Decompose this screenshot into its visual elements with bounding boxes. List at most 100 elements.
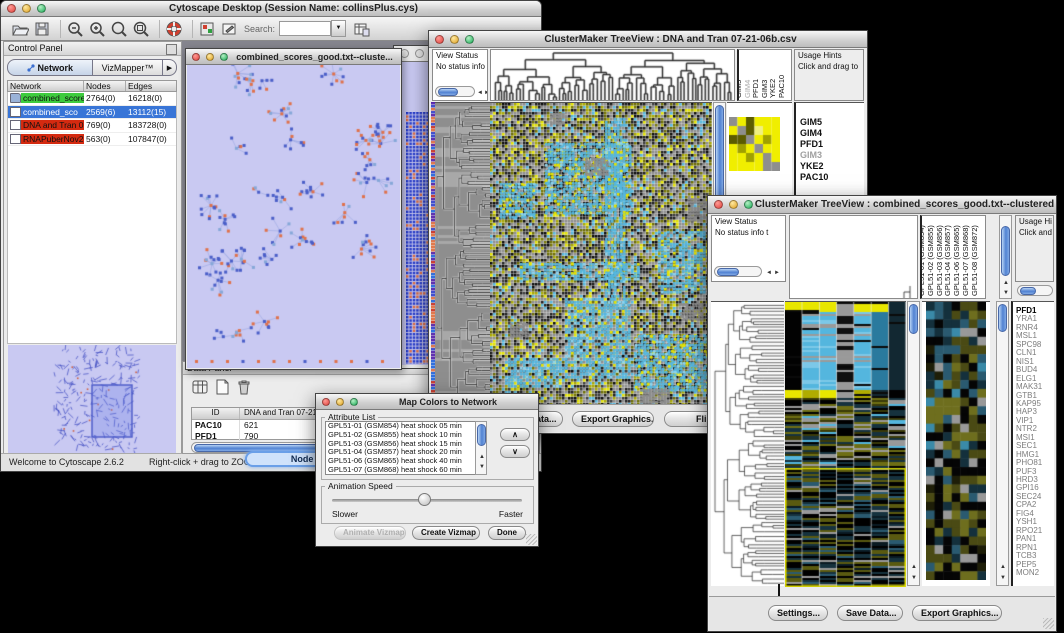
tv2-hints-scrollbar[interactable] (1017, 285, 1053, 296)
speed-slider-thumb[interactable] (418, 493, 431, 506)
tv2-collabel-vscrollbar[interactable]: ▲ ▼ (999, 215, 1012, 299)
network-table-row[interactable]: combined_scores2764(0)16218(0) (8, 92, 176, 106)
tv1-titlebar[interactable]: ClusterMaker TreeView : DNA and Tran 07-… (429, 31, 867, 48)
tv2-heatmap-vscrollbar[interactable]: ▲ ▼ (907, 301, 920, 586)
tv2-hints-scroll-thumb[interactable] (1020, 287, 1036, 295)
resize-grip[interactable] (526, 534, 537, 545)
zoom-fit-icon[interactable] (110, 20, 128, 38)
attribute-listbox[interactable]: GPL51-01 (GSM854) heat shock 05 minGPL51… (325, 421, 487, 475)
search-input[interactable] (279, 21, 331, 36)
delete-attribute-icon[interactable] (235, 378, 253, 396)
save-icon[interactable] (33, 20, 51, 38)
tv1-zoom-heatmap[interactable] (729, 117, 780, 171)
close-button[interactable] (714, 200, 723, 209)
animate-vizmap-button[interactable]: Animate Vizmap (334, 526, 406, 540)
minimize-button[interactable] (22, 4, 31, 13)
network-table-row[interactable]: DNA and Tran 07769(0)183728(0) (8, 119, 176, 133)
tv2-heatmap[interactable] (785, 301, 906, 587)
scroll-down-arrow[interactable]: ▼ (479, 464, 485, 470)
attribute-list-item[interactable]: GPL51-07 (GSM868) heat shock 60 min (326, 466, 486, 475)
tv2-export-graphics-button[interactable]: Export Graphics... (912, 605, 1002, 621)
tv2-heatmap-vscroll-thumb[interactable] (909, 304, 918, 334)
import-table-icon[interactable] (352, 20, 370, 38)
annotation-icon[interactable] (220, 20, 238, 38)
create-vizmap-button[interactable]: Create Vizmap (412, 526, 480, 540)
zoom-button[interactable] (350, 398, 358, 406)
tv2-column-labels-panel[interactable]: GPL51-01 (GSM854)GPL51-02 (GSM855)GPL51-… (920, 215, 986, 299)
tv1-heatmap[interactable] (490, 102, 712, 410)
zoom-in-icon[interactable] (88, 20, 106, 38)
plugin-grid-icon[interactable] (198, 20, 216, 38)
done-button[interactable]: Done (488, 526, 526, 540)
tv1-status-scroll-thumb[interactable] (438, 88, 458, 96)
tv2-status-scrollbar[interactable] (714, 266, 762, 277)
close-button[interactable] (192, 53, 200, 61)
search-dropdown-button[interactable]: ▼ (331, 20, 346, 37)
new-attribute-icon[interactable] (213, 378, 231, 396)
minimize-button[interactable] (450, 35, 459, 44)
scroll-right-arrow[interactable]: ► (484, 90, 488, 96)
tv2-settings-button[interactable]: Settings... (768, 605, 828, 621)
close-button[interactable] (435, 35, 444, 44)
main-titlebar[interactable]: Cytoscape Desktop (Session Name: collins… (1, 1, 541, 17)
tv2-zoom-vscroll-thumb[interactable] (998, 304, 1007, 332)
attribute-table-icon[interactable] (191, 378, 209, 396)
tv2-status-scroll-thumb[interactable] (717, 268, 739, 276)
tv2-zoom-vscrollbar[interactable]: ▲ ▼ (996, 301, 1009, 586)
tv2-column-dendrogram[interactable] (790, 216, 917, 298)
zoom-button[interactable] (465, 35, 474, 44)
zoom-out-icon[interactable] (66, 20, 84, 38)
tab-scroll-arrow[interactable]: ▶ (163, 59, 177, 76)
scroll-down-arrow[interactable]: ▼ (1000, 575, 1006, 581)
open-file-icon[interactable] (11, 20, 29, 38)
tv2-titlebar[interactable]: ClusterMaker TreeView : combined_scores_… (708, 196, 1056, 214)
network-table-row[interactable]: RNAPuberNov2+563(0)107847(0) (8, 133, 176, 147)
scroll-left-arrow[interactable]: ◄ (766, 270, 772, 276)
dialog-titlebar[interactable]: Map Colors to Network (316, 394, 538, 410)
scroll-down-arrow[interactable]: ▼ (1003, 290, 1009, 296)
float-panel-icon[interactable] (166, 44, 177, 55)
help-lifesaver-icon[interactable] (165, 20, 183, 38)
scroll-right-arrow[interactable]: ► (774, 270, 780, 276)
resize-grip[interactable] (1043, 618, 1054, 629)
zoom-button[interactable] (220, 53, 228, 61)
tv2-save-data-button[interactable]: Save Data... (837, 605, 903, 621)
scroll-up-arrow[interactable]: ▲ (911, 564, 917, 570)
network-table-header[interactable]: Network Nodes Edges (7, 80, 177, 92)
scroll-up-arrow[interactable]: ▲ (1003, 280, 1009, 286)
tv2-zoom-heatmap[interactable] (926, 302, 986, 580)
zoom-button[interactable] (744, 200, 753, 209)
tv1-column-dendrogram[interactable] (491, 50, 734, 100)
network1-titlebar[interactable]: combined_scores_good.txt--cluste... (186, 49, 401, 65)
minimize-button[interactable] (336, 398, 344, 406)
tv1-export-graphics-button[interactable]: Export Graphics... (572, 411, 654, 427)
tv1-column-labels-panel[interactable]: GIM5GIM4PFD1GIM3YKE2PAC10 (737, 49, 792, 101)
tv2-gene-list-panel[interactable]: PFD1YRA1RNR4MSL1SPC98CLN1NIS1BUD4ELG1MAK… (1011, 301, 1054, 586)
tab-network[interactable]: Network (7, 59, 93, 76)
tv2-collabel-vscroll-thumb[interactable] (1001, 226, 1010, 276)
minimize-button[interactable] (729, 200, 738, 209)
tv1-status-scrollbar[interactable] (435, 86, 475, 97)
minimize-button[interactable] (415, 49, 424, 58)
tv1-status-line2: No status info f (433, 61, 487, 72)
network1-view-canvas[interactable] (187, 65, 400, 368)
tv1-title: ClusterMaker TreeView : DNA and Tran 07-… (474, 34, 867, 45)
scroll-down-arrow[interactable]: ▼ (911, 575, 917, 581)
tv2-row-dendrogram[interactable] (711, 302, 784, 586)
zoom-button[interactable] (37, 4, 46, 13)
scroll-up-arrow[interactable]: ▲ (1000, 564, 1006, 570)
tv1-row-dendrogram[interactable] (435, 102, 490, 410)
move-down-button[interactable]: ∨ (500, 445, 530, 458)
attribute-list-vscrollbar[interactable]: ▲ ▼ (475, 421, 487, 475)
network-overview-thumbnail[interactable] (8, 345, 176, 455)
close-button[interactable] (322, 398, 330, 406)
move-up-button[interactable]: ∧ (500, 428, 530, 441)
attribute-list-vscroll-thumb[interactable] (477, 424, 486, 446)
network-table-row[interactable]: combined_sco2569(6)13112(15) (8, 106, 176, 120)
scroll-up-arrow[interactable]: ▲ (479, 454, 485, 460)
tab-vizmapper[interactable]: VizMapper™ (93, 59, 163, 76)
zoom-selected-icon[interactable] (132, 20, 150, 38)
scroll-left-arrow[interactable]: ◄ (477, 90, 483, 96)
minimize-button[interactable] (206, 53, 214, 61)
close-button[interactable] (7, 4, 16, 13)
